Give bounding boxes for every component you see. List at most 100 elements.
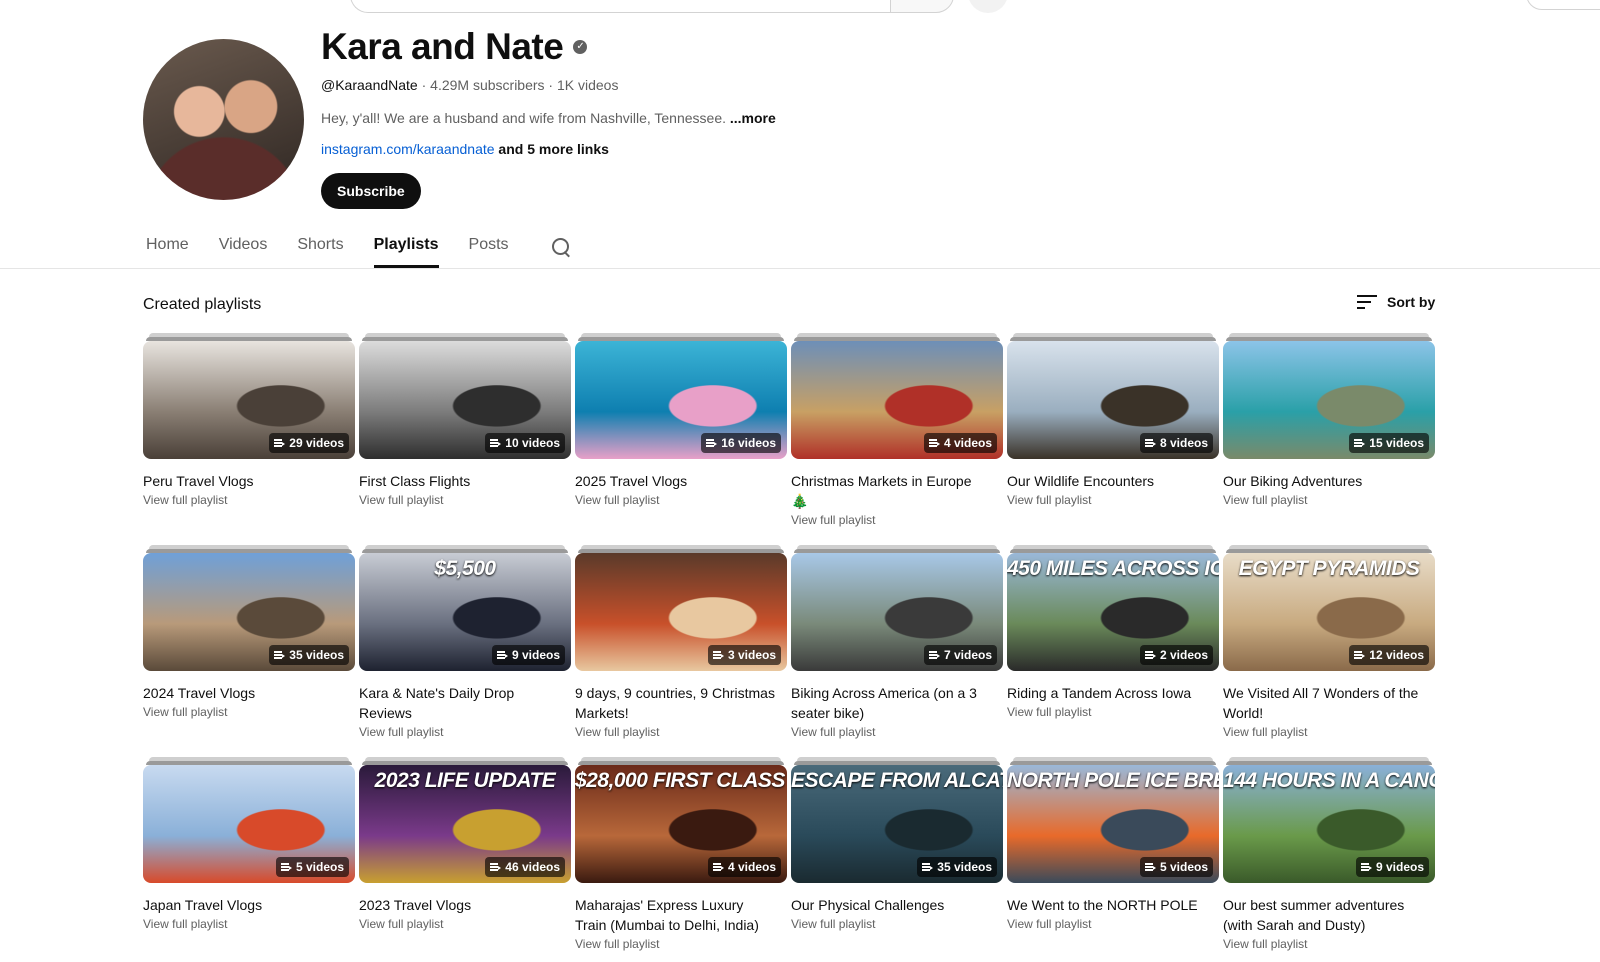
playlist-title[interactable]: 2023 Travel Vlogs [359,895,571,915]
view-full-playlist-link[interactable]: View full playlist [359,493,571,507]
search-icon[interactable] [549,235,573,259]
view-full-playlist-link[interactable]: View full playlist [575,937,787,951]
playlist-card[interactable]: 5 videos Japan Travel Vlogs View full pl… [143,757,355,962]
search-input[interactable] [350,0,890,13]
playlist-card[interactable]: 7 videos Biking Across America (on a 3 s… [791,545,1003,757]
playlist-card[interactable]: 15 videos Our Biking Adventures View ful… [1223,333,1435,545]
view-full-playlist-link[interactable]: View full playlist [143,917,355,931]
playlist-title[interactable]: We Visited All 7 Wonders of the World! [1223,683,1435,723]
playlist-thumbnail[interactable]: ESCAPE FROM ALCATRAZ 35 videos [791,757,1003,883]
search-button[interactable] [890,0,954,13]
playlist-card[interactable]: 144 HOURS IN A CANOE 9 videos Our best s… [1223,757,1435,962]
more-link[interactable]: ...more [730,110,776,126]
view-full-playlist-link[interactable]: View full playlist [1223,937,1435,951]
playlist-icon [712,651,724,659]
playlist-title[interactable]: Our best summer adventures (with Sarah a… [1223,895,1435,935]
playlist-card[interactable]: 3 videos 9 days, 9 countries, 9 Christma… [575,545,787,757]
playlist-card[interactable]: 4 videos Christmas Markets in Europe 🎄 V… [791,333,1003,545]
playlist-title[interactable]: Peru Travel Vlogs [143,471,355,491]
playlist-thumbnail[interactable]: 2023 LIFE UPDATE 46 videos [359,757,571,883]
playlist-card[interactable]: 16 videos 2025 Travel Vlogs View full pl… [575,333,787,545]
sort-button[interactable]: Sort by [1357,294,1435,310]
video-count: 12 videos [1369,648,1424,662]
more-links-link[interactable]: and 5 more links [495,141,609,157]
playlist-thumbnail[interactable]: $28,000 FIRST CLASS TRAIN 4 videos [575,757,787,883]
view-full-playlist-link[interactable]: View full playlist [791,917,1003,931]
playlist-thumbnail[interactable]: 29 videos [143,333,355,459]
view-full-playlist-link[interactable]: View full playlist [791,513,1003,527]
view-full-playlist-link[interactable]: View full playlist [575,725,787,739]
playlist-title[interactable]: Our Wildlife Encounters [1007,471,1219,491]
subscribe-button[interactable]: Subscribe [321,173,421,209]
playlist-title[interactable]: 9 days, 9 countries, 9 Christmas Markets… [575,683,787,723]
playlist-card[interactable]: 10 videos First Class Flights View full … [359,333,571,545]
playlist-thumbnail[interactable]: 4 videos [791,333,1003,459]
tab-home[interactable]: Home [146,226,189,268]
tab-shorts[interactable]: Shorts [297,226,343,268]
playlist-card[interactable]: ESCAPE FROM ALCATRAZ 35 videos Our Physi… [791,757,1003,962]
playlist-thumbnail[interactable]: 10 videos [359,333,571,459]
playlist-thumbnail[interactable]: 3 videos [575,545,787,671]
video-count: 29 videos [289,436,344,450]
playlist-thumbnail[interactable]: 144 HOURS IN A CANOE 9 videos [1223,757,1435,883]
playlist-title[interactable]: Riding a Tandem Across Iowa [1007,683,1219,703]
playlist-title[interactable]: Our Biking Adventures [1223,471,1435,491]
playlist-thumbnail[interactable]: 8 videos [1007,333,1219,459]
playlist-icon [1360,863,1372,871]
channel-description[interactable]: Hey, y'all! We are a husband and wife fr… [321,110,776,126]
view-full-playlist-link[interactable]: View full playlist [143,705,355,719]
video-count-badge: 4 videos [923,433,997,453]
tab-videos[interactable]: Videos [219,226,268,268]
playlist-card[interactable]: $28,000 FIRST CLASS TRAIN 4 videos Mahar… [575,757,787,962]
playlist-title[interactable]: Kara & Nate's Daily Drop Reviews [359,683,571,723]
playlist-title[interactable]: Our Physical Challenges [791,895,1003,915]
view-full-playlist-link[interactable]: View full playlist [1007,917,1219,931]
thumbnail-image: 8 videos [1007,341,1219,459]
tab-playlists[interactable]: Playlists [373,226,439,268]
playlist-title[interactable]: We Went to the NORTH POLE [1007,895,1219,915]
playlist-grid: 29 videos Peru Travel Vlogs View full pl… [143,333,1435,962]
playlist-thumbnail[interactable]: 35 videos [143,545,355,671]
playlist-card[interactable]: $5,500 9 videos Kara & Nate's Daily Drop… [359,545,571,757]
view-full-playlist-link[interactable]: View full playlist [1223,493,1435,507]
playlist-title[interactable]: 2024 Travel Vlogs [143,683,355,703]
playlist-title[interactable]: First Class Flights [359,471,571,491]
playlist-title-text: We Visited All 7 Wonders of the World! [1223,685,1419,721]
playlist-card[interactable]: 2023 LIFE UPDATE 46 videos 2023 Travel V… [359,757,571,962]
playlist-thumbnail[interactable]: 7 videos [791,545,1003,671]
playlist-card[interactable]: EGYPT PYRAMIDS 12 videos We Visited All … [1223,545,1435,757]
playlist-title[interactable]: Japan Travel Vlogs [143,895,355,915]
video-count-badge: 12 videos [1349,645,1429,665]
playlist-icon [1354,439,1366,447]
instagram-link[interactable]: instagram.com/karaandnate [321,141,495,157]
tab-posts[interactable]: Posts [469,226,509,268]
playlist-card[interactable]: 8 videos Our Wildlife Encounters View fu… [1007,333,1219,545]
playlist-thumbnail[interactable]: 15 videos [1223,333,1435,459]
playlist-card[interactable]: 35 videos 2024 Travel Vlogs View full pl… [143,545,355,757]
playlist-card[interactable]: NORTH POLE ICE BREAKER 5 videos We Went … [1007,757,1219,962]
playlist-thumbnail[interactable]: EGYPT PYRAMIDS 12 videos [1223,545,1435,671]
channel-name: Kara and Nate [321,26,564,67]
playlist-thumbnail[interactable]: 450 MILES ACROSS IOWA 2 videos [1007,545,1219,671]
playlist-title[interactable]: Maharajas' Express Luxury Train (Mumbai … [575,895,787,935]
mic-button[interactable] [968,0,1008,13]
view-full-playlist-link[interactable]: View full playlist [143,493,355,507]
playlist-title[interactable]: 2025 Travel Vlogs [575,471,787,491]
playlist-card[interactable]: 29 videos Peru Travel Vlogs View full pl… [143,333,355,545]
playlist-title[interactable]: Christmas Markets in Europe 🎄 [791,471,1003,511]
view-full-playlist-link[interactable]: View full playlist [575,493,787,507]
playlist-thumbnail[interactable]: $5,500 9 videos [359,545,571,671]
view-full-playlist-link[interactable]: View full playlist [1223,725,1435,739]
playlist-thumbnail[interactable]: 16 videos [575,333,787,459]
thumbnail-image: 15 videos [1223,341,1435,459]
playlist-thumbnail[interactable]: NORTH POLE ICE BREAKER 5 videos [1007,757,1219,883]
playlist-card[interactable]: 450 MILES ACROSS IOWA 2 videos Riding a … [1007,545,1219,757]
view-full-playlist-link[interactable]: View full playlist [359,725,571,739]
sign-in-button[interactable] [1526,0,1600,10]
view-full-playlist-link[interactable]: View full playlist [359,917,571,931]
playlist-thumbnail[interactable]: 5 videos [143,757,355,883]
playlist-title[interactable]: Biking Across America (on a 3 seater bik… [791,683,1003,723]
view-full-playlist-link[interactable]: View full playlist [1007,493,1219,507]
view-full-playlist-link[interactable]: View full playlist [791,725,1003,739]
view-full-playlist-link[interactable]: View full playlist [1007,705,1219,719]
